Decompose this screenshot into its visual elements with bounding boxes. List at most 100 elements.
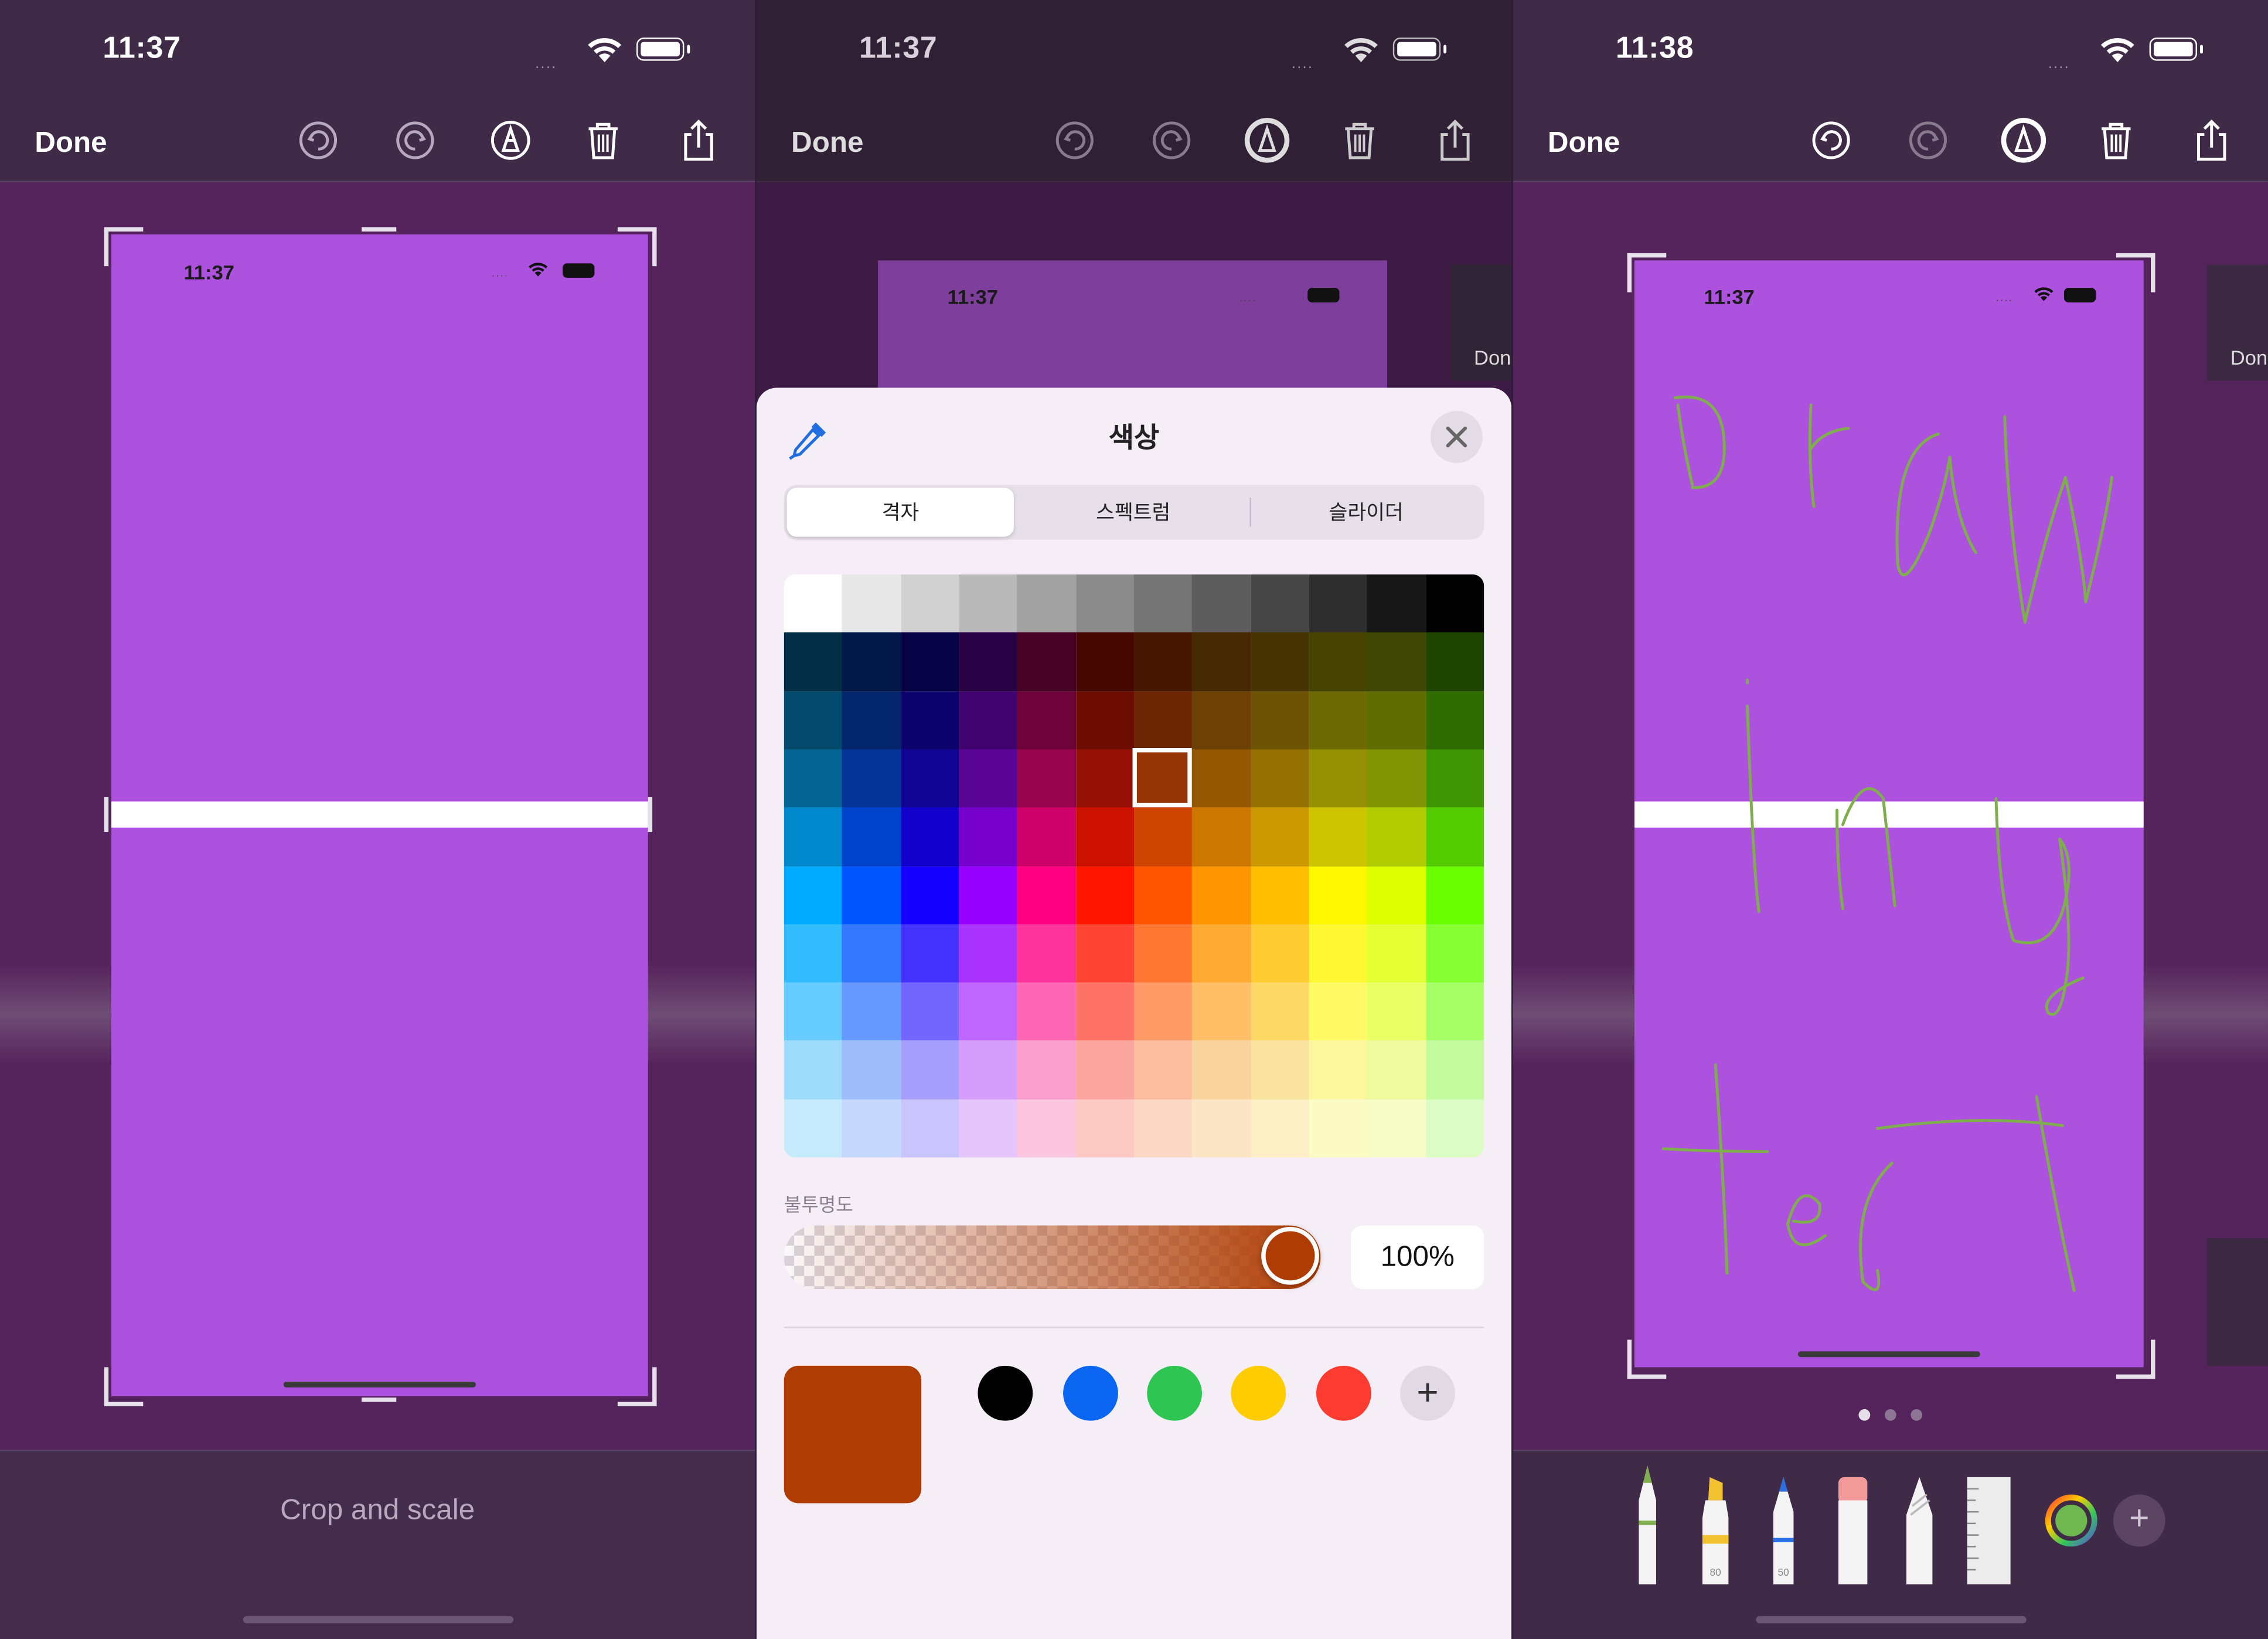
color-cell[interactable] — [959, 1040, 1019, 1100]
color-cell[interactable] — [1309, 633, 1368, 692]
color-cell[interactable] — [1367, 807, 1426, 867]
share-icon[interactable] — [1433, 118, 1477, 162]
redo-icon[interactable] — [393, 118, 437, 162]
color-cell[interactable] — [1309, 1040, 1368, 1100]
color-cell[interactable] — [1017, 1099, 1077, 1158]
color-cell[interactable] — [1192, 574, 1252, 634]
color-cell[interactable] — [1367, 1099, 1426, 1158]
color-cell[interactable] — [784, 1040, 843, 1100]
color-grid[interactable] — [784, 574, 1484, 1158]
color-cell[interactable] — [784, 807, 843, 867]
tab-sliders[interactable]: 슬라이더 — [1251, 488, 1481, 537]
color-cell[interactable] — [1075, 982, 1135, 1042]
crop-handle-bottom[interactable] — [362, 1397, 397, 1402]
color-cell[interactable] — [1425, 574, 1484, 634]
opacity-slider-thumb[interactable] — [1261, 1226, 1319, 1285]
recent-color-black[interactable] — [978, 1365, 1033, 1421]
color-cell[interactable] — [784, 982, 843, 1042]
eraser-tool[interactable] — [1831, 1474, 1875, 1587]
color-cell[interactable] — [1017, 574, 1077, 634]
color-cell[interactable] — [900, 633, 960, 692]
color-cell[interactable] — [1133, 633, 1193, 692]
marker-tool[interactable]: 80 — [1694, 1474, 1737, 1587]
color-cell[interactable] — [842, 574, 902, 634]
color-cell[interactable] — [1309, 866, 1368, 925]
color-cell[interactable] — [842, 924, 902, 984]
color-cell[interactable] — [1133, 982, 1193, 1042]
color-cell[interactable] — [784, 574, 843, 634]
color-cell[interactable] — [959, 749, 1019, 808]
color-cell[interactable] — [1425, 807, 1484, 867]
crop-handle-bottom-right[interactable] — [2116, 1339, 2155, 1379]
color-cell[interactable] — [1251, 749, 1310, 808]
color-cell[interactable] — [1017, 1040, 1077, 1100]
undo-icon[interactable] — [1053, 118, 1096, 162]
color-cell[interactable] — [1192, 1040, 1252, 1100]
color-cell[interactable] — [784, 1099, 843, 1158]
color-cell[interactable] — [842, 1099, 902, 1158]
color-cell[interactable] — [1017, 749, 1077, 808]
recent-color-blue[interactable] — [1063, 1365, 1118, 1421]
color-cell[interactable] — [1133, 691, 1193, 750]
opacity-value-field[interactable]: 100% — [1351, 1225, 1484, 1290]
color-cell[interactable] — [842, 866, 902, 925]
color-cell[interactable] — [1075, 924, 1135, 984]
color-cell[interactable] — [1425, 1099, 1484, 1158]
color-cell[interactable] — [1133, 866, 1193, 925]
color-cell[interactable] — [1309, 1099, 1368, 1158]
color-cell[interactable] — [1425, 633, 1484, 692]
color-cell[interactable] — [1192, 866, 1252, 925]
color-cell[interactable] — [1075, 866, 1135, 925]
color-cell[interactable] — [1075, 1099, 1135, 1158]
undo-icon[interactable] — [1810, 118, 1853, 162]
lasso-tool[interactable] — [1898, 1474, 1941, 1587]
crop-handle-top-right[interactable] — [617, 227, 657, 267]
color-cell[interactable] — [1425, 749, 1484, 808]
color-cell[interactable] — [1192, 982, 1252, 1042]
crop-handle-bottom-left[interactable] — [104, 1367, 144, 1406]
color-cell[interactable] — [1367, 982, 1426, 1042]
color-cell[interactable] — [900, 807, 960, 867]
color-cell[interactable] — [1367, 691, 1426, 750]
recent-color-red[interactable] — [1316, 1365, 1371, 1421]
color-cell[interactable] — [959, 691, 1019, 750]
color-cell[interactable] — [1133, 1099, 1193, 1158]
color-wheel-button[interactable] — [2045, 1494, 2097, 1547]
color-cell[interactable] — [1251, 1099, 1310, 1158]
recent-color-green[interactable] — [1147, 1365, 1202, 1421]
redo-icon[interactable] — [1150, 118, 1193, 162]
crop-handle-bottom-left[interactable] — [1627, 1339, 1667, 1379]
crop-handle-top-left[interactable] — [104, 227, 144, 267]
color-cell[interactable] — [1425, 982, 1484, 1042]
recent-color-yellow[interactable] — [1231, 1365, 1286, 1421]
color-cell[interactable] — [900, 924, 960, 984]
crop-handle-top[interactable] — [362, 227, 397, 232]
color-cell[interactable] — [1309, 807, 1368, 867]
color-cell[interactable] — [1367, 866, 1426, 925]
add-tool-button[interactable]: + — [2113, 1494, 2165, 1547]
color-cell[interactable] — [1133, 924, 1193, 984]
crop-handle-top-left[interactable] — [1627, 253, 1667, 293]
color-cell[interactable] — [842, 982, 902, 1042]
color-cell[interactable] — [959, 574, 1019, 634]
done-button[interactable]: Done — [1548, 127, 1620, 161]
color-cell[interactable] — [1251, 633, 1310, 692]
color-cell[interactable] — [842, 749, 902, 808]
color-cell[interactable] — [1251, 1040, 1310, 1100]
color-cell[interactable] — [1425, 1040, 1484, 1100]
color-cell[interactable] — [1017, 982, 1077, 1042]
color-cell[interactable] — [959, 924, 1019, 984]
color-cell[interactable] — [1075, 807, 1135, 867]
color-cell[interactable] — [1192, 633, 1252, 692]
markup-pen-icon[interactable] — [1999, 115, 2048, 165]
color-cell[interactable] — [1075, 574, 1135, 634]
tab-grid[interactable]: 격자 — [786, 487, 1014, 537]
drawing-canvas[interactable]: Don 11:37 .... — [1513, 182, 2268, 1450]
pencil-tool[interactable]: 50 — [1762, 1474, 1805, 1587]
opacity-slider[interactable] — [784, 1225, 1321, 1290]
crop-handle-top-right[interactable] — [2116, 253, 2155, 293]
color-cell[interactable] — [784, 866, 843, 925]
color-cell[interactable] — [1017, 866, 1077, 925]
markup-pen-icon[interactable] — [489, 118, 532, 162]
add-color-button[interactable]: + — [1400, 1365, 1455, 1421]
